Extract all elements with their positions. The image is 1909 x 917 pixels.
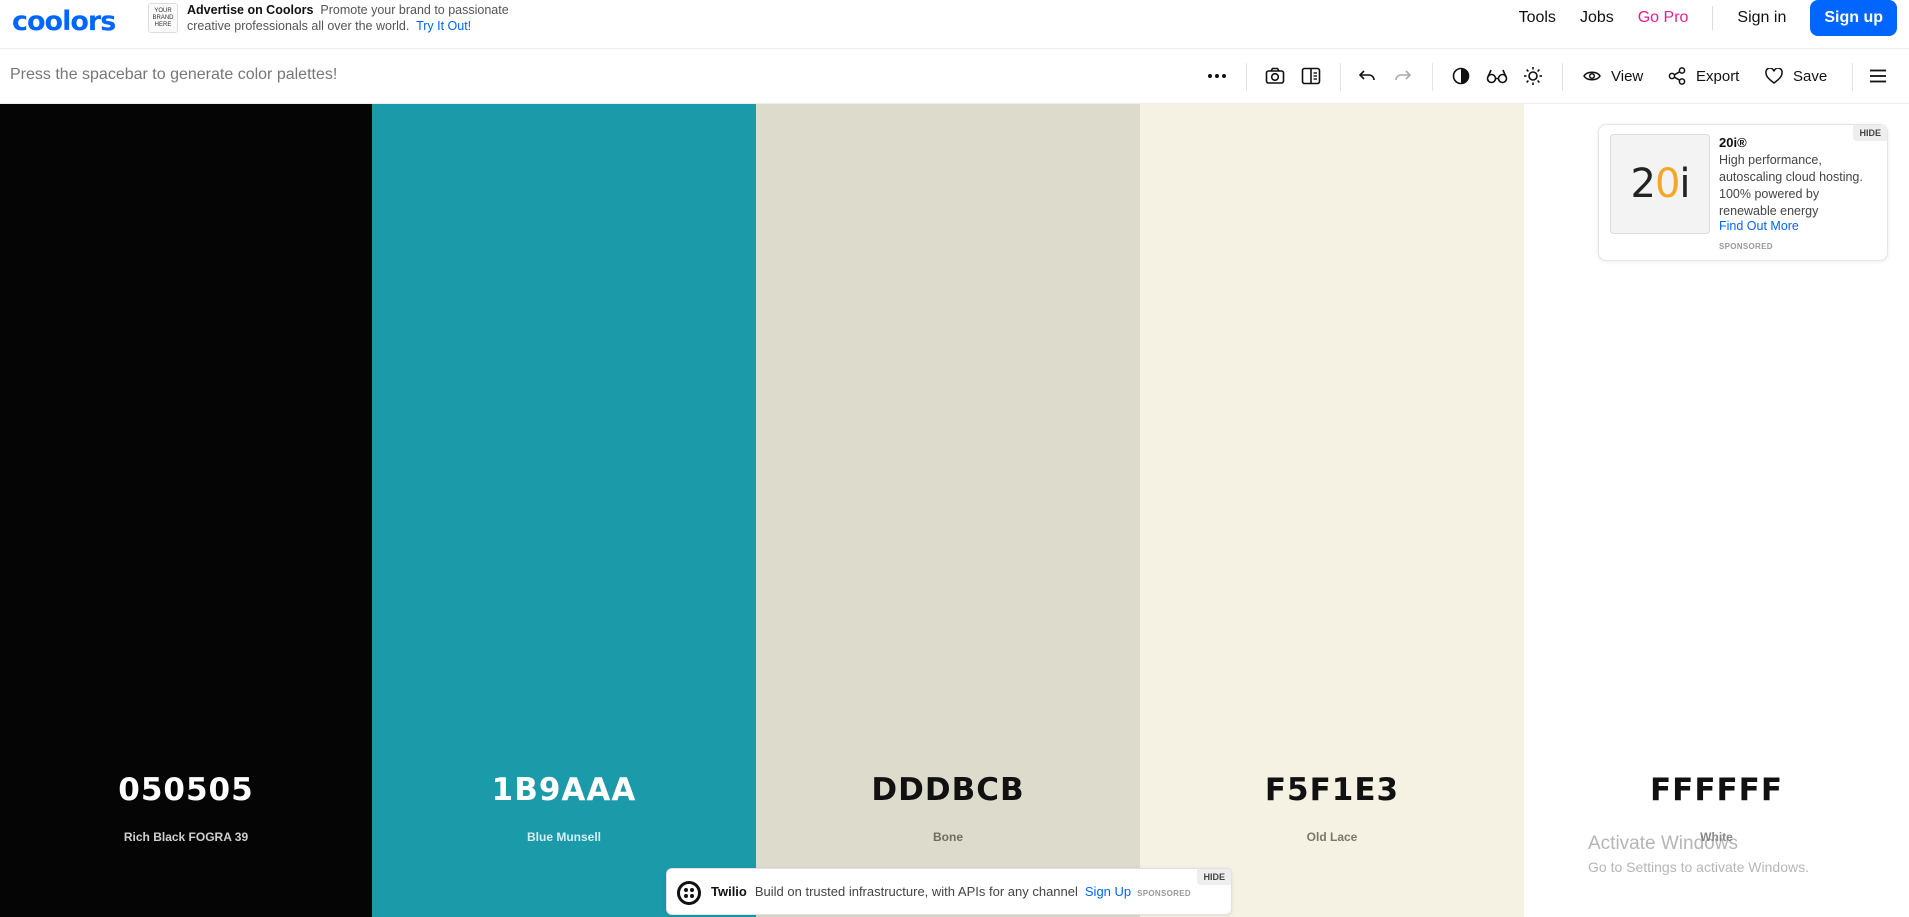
sign-in-link[interactable]: Sign in: [1737, 9, 1786, 27]
toolbar-divider: [1432, 63, 1433, 91]
generator-toolbar: Press the spacebar to generate color pal…: [0, 49, 1909, 104]
redo-icon[interactable]: [1391, 64, 1415, 88]
swatch-hex[interactable]: FFFFFF: [1524, 772, 1909, 808]
ad-logo: 20i: [1610, 134, 1710, 234]
camera-icon[interactable]: [1263, 64, 1287, 88]
swatch-color-name: Bone: [933, 830, 963, 844]
sign-up-button[interactable]: Sign up: [1810, 0, 1897, 36]
bottom-ad-cta[interactable]: Sign Up: [1085, 884, 1131, 899]
export-label: Export: [1696, 67, 1740, 85]
swatch-color-name: Blue Munsell: [526, 830, 601, 844]
coolors-logo[interactable]: coolors: [12, 6, 116, 37]
nav-right: Tools Jobs Go Pro Sign in Sign up: [1519, 0, 1909, 36]
color-palette: 050505 Rich Black FOGRA 39 1B9AAA Blue M…: [0, 104, 1524, 917]
ad-brand: 20i®: [1719, 135, 1747, 150]
swatch-hex[interactable]: 050505: [0, 772, 372, 808]
ad-top-cta[interactable]: Try It Out!: [416, 19, 471, 33]
toolbar-divider: [1246, 63, 1247, 91]
save-button[interactable]: Save: [1765, 64, 1827, 88]
save-label: Save: [1793, 67, 1828, 85]
ad-top-banner[interactable]: Advertise on Coolors Promote your brand …: [187, 2, 527, 34]
bottom-ad-brand: Twilio: [711, 884, 747, 899]
watermark-line2: Go to Settings to activate Windows.: [1588, 859, 1809, 875]
top-navbar: coolors YOUR BRAND HERE Advertise on Coo…: [0, 0, 1909, 49]
sponsored-label: SPONSORED: [1137, 889, 1191, 898]
hide-ad-button[interactable]: HIDE: [1197, 869, 1231, 885]
spacebar-hint: Press the spacebar to generate color pal…: [10, 66, 338, 83]
layout-icon[interactable]: [1299, 64, 1323, 88]
swatch-hex[interactable]: 1B9AAA: [372, 772, 756, 808]
color-swatch[interactable]: 1B9AAA Blue Munsell: [372, 104, 756, 917]
twilio-logo-icon: [677, 881, 701, 905]
ad-description: High performance, autoscaling cloud host…: [1719, 153, 1863, 218]
bottom-ad-body: Build on trusted infrastructure, with AP…: [754, 884, 1078, 899]
color-swatch[interactable]: F5F1E3 Old Lace: [1140, 104, 1524, 917]
nav-go-pro[interactable]: Go Pro: [1638, 9, 1689, 27]
nav-divider: [1712, 6, 1714, 30]
undo-icon[interactable]: [1355, 64, 1379, 88]
ad-thumbnail[interactable]: YOUR BRAND HERE: [148, 3, 178, 33]
nav-jobs[interactable]: Jobs: [1580, 9, 1614, 27]
more-icon[interactable]: [1205, 64, 1229, 88]
color-swatch[interactable]: 050505 Rich Black FOGRA 39: [0, 104, 372, 917]
eye-icon: [1583, 71, 1601, 81]
toolbar-divider: [1852, 63, 1853, 91]
sponsored-label: SPONSORED: [1719, 242, 1773, 251]
watermark-line1: Activate Windows: [1588, 833, 1738, 854]
ad-logo-text: 20i: [1630, 161, 1690, 207]
export-button[interactable]: Export: [1668, 64, 1739, 88]
swatch-hex[interactable]: DDDBCB: [756, 772, 1140, 808]
bottom-ad-bar[interactable]: Twilio Build on trusted infrastructure, w…: [666, 868, 1232, 915]
heart-icon: [1765, 68, 1783, 84]
menu-icon[interactable]: [1866, 64, 1890, 88]
swatch-color-name: Rich Black FOGRA 39: [123, 830, 249, 844]
windows-activation-watermark: Activate Windows Go to Settings to activ…: [1588, 833, 1809, 875]
sun-icon[interactable]: [1521, 64, 1545, 88]
view-label: View: [1611, 67, 1644, 85]
ad-top-title: Advertise on Coolors: [187, 3, 314, 17]
bottom-ad-content: Twilio Build on trusted infrastructure, w…: [711, 884, 1191, 899]
ad-cta-link[interactable]: Find Out More: [1719, 219, 1799, 233]
sponsored-ad-card[interactable]: HIDE 20i 20i® High performance, autoscal…: [1598, 124, 1888, 261]
swatch-color-name: Old Lace: [1306, 830, 1358, 844]
toolbar-divider: [1340, 63, 1341, 91]
share-icon: [1668, 67, 1686, 85]
swatch-hex[interactable]: F5F1E3: [1140, 772, 1524, 808]
hide-ad-button[interactable]: HIDE: [1853, 125, 1887, 141]
color-swatch[interactable]: DDDBCB Bone: [756, 104, 1140, 917]
view-button[interactable]: View: [1583, 64, 1643, 88]
contrast-icon[interactable]: [1449, 64, 1473, 88]
nav-tools[interactable]: Tools: [1519, 9, 1556, 27]
toolbar-divider: [1562, 63, 1563, 91]
glasses-icon[interactable]: [1485, 64, 1509, 88]
